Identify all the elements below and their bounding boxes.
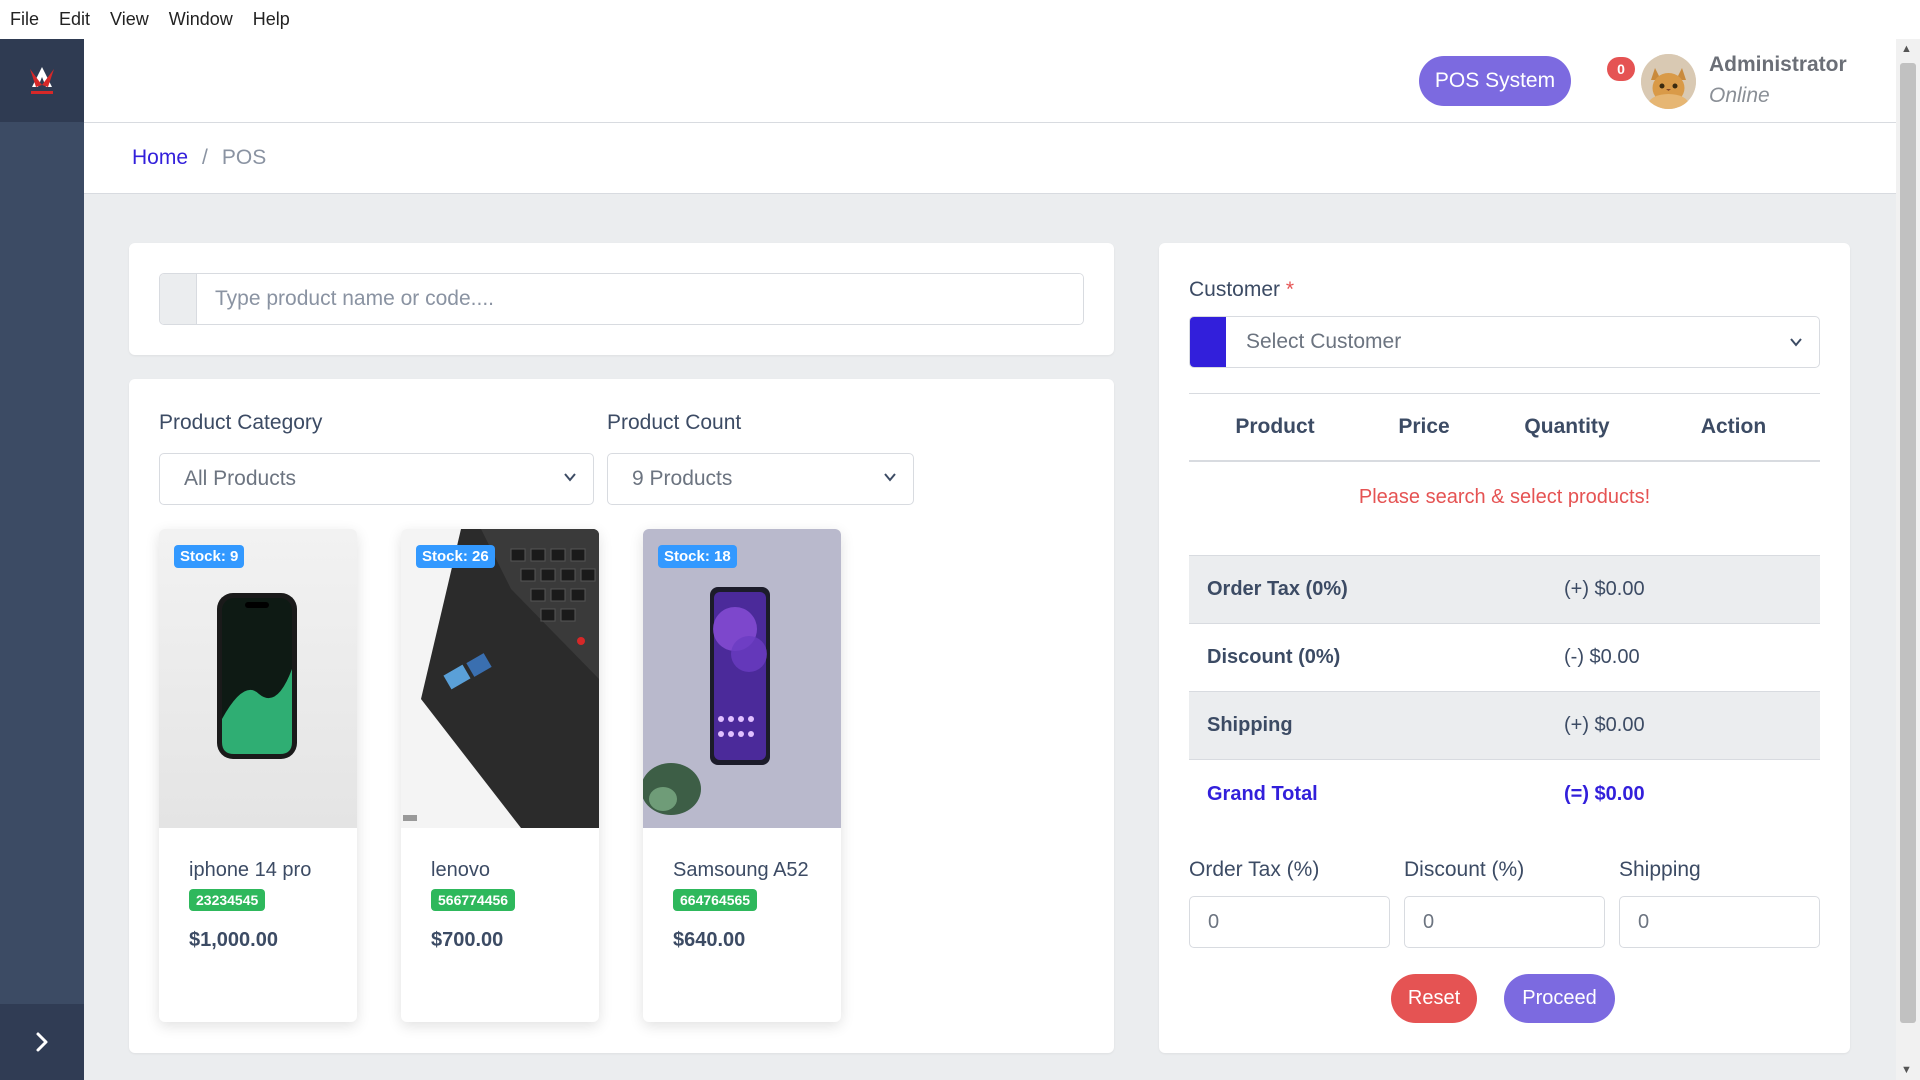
search-addon — [160, 274, 197, 324]
order-tax-input[interactable]: 0 — [1189, 896, 1390, 948]
shipping-label: Shipping — [1207, 714, 1293, 736]
column-quantity: Quantity — [1524, 415, 1610, 438]
order-tax-row: Order Tax (0%) (+) $0.00 — [1189, 556, 1820, 624]
scroll-down-icon[interactable]: ▼ — [1901, 1064, 1912, 1076]
stock-badge: Stock: 9 — [174, 545, 245, 568]
cat-avatar-icon — [1641, 54, 1696, 109]
top-header: POS System 0 Administrator Online — [84, 39, 1896, 123]
product-image — [159, 529, 357, 828]
menu-window[interactable]: Window — [169, 9, 233, 30]
cart-table: Product Price Quantity Action Please sea… — [1189, 393, 1820, 532]
product-name: Samsoung A52 — [673, 859, 809, 881]
cart-card: Customer * Select Customer Product Price… — [1159, 243, 1850, 1053]
sidebar — [0, 39, 84, 1080]
cart-empty-message: Please search & select products! — [1358, 485, 1651, 508]
order-tax-label: Order Tax (0%) — [1207, 578, 1348, 600]
product-name: iphone 14 pro — [189, 859, 312, 881]
column-price: Price — [1398, 415, 1450, 438]
menu-file[interactable]: File — [10, 9, 39, 30]
breadcrumb: Home / POS — [84, 123, 1896, 194]
chevron-down-icon — [884, 473, 896, 482]
chevron-down-icon — [1790, 338, 1802, 347]
grand-total-value: (=) $0.00 — [1564, 782, 1645, 805]
shipping-value: (+) $0.00 — [1564, 714, 1645, 736]
product-search-card — [129, 243, 1114, 355]
category-label: Product Category — [159, 411, 323, 434]
order-tax-input-label: Order Tax (%) — [1189, 858, 1320, 881]
store-logo-icon — [30, 66, 54, 94]
product-search-group — [159, 273, 1084, 325]
category-select[interactable]: All Products — [159, 453, 594, 505]
shipping-input-label: Shipping — [1619, 858, 1701, 881]
product-price: $700.00 — [431, 929, 504, 951]
user-status: Online — [1709, 84, 1770, 107]
discount-value: (-) $0.00 — [1564, 646, 1640, 668]
product-search-input[interactable] — [197, 274, 1083, 324]
product-card[interactable]: Stock: 26 lenovo 566774456 $700.00 — [401, 529, 599, 1022]
customer-label: Customer * — [1189, 278, 1294, 302]
menu-edit[interactable]: Edit — [59, 9, 90, 30]
product-code-badge: 23234545 — [189, 889, 266, 911]
breadcrumb-current: POS — [221, 146, 267, 169]
proceed-button[interactable]: Proceed — [1504, 974, 1615, 1023]
grand-total-label: Grand Total — [1207, 782, 1318, 805]
customer-select-placeholder: Select Customer — [1246, 330, 1402, 353]
column-product: Product — [1235, 415, 1315, 438]
scrollbar-thumb[interactable] — [1900, 63, 1916, 1023]
sidebar-brand[interactable] — [0, 39, 84, 122]
discount-row: Discount (0%) (-) $0.00 — [1189, 624, 1820, 692]
stock-badge: Stock: 18 — [658, 545, 737, 568]
product-name: lenovo — [431, 859, 490, 881]
avatar[interactable] — [1641, 54, 1696, 109]
reset-button[interactable]: Reset — [1391, 974, 1477, 1023]
customer-label-text: Customer — [1189, 278, 1281, 301]
product-price: $1,000.00 — [189, 929, 278, 951]
product-code-badge: 566774456 — [431, 889, 516, 911]
order-tax-value: (+) $0.00 — [1564, 578, 1645, 600]
product-image — [643, 529, 841, 828]
discount-input[interactable]: 0 — [1404, 896, 1605, 948]
product-card[interactable]: Stock: 18 Samsoung A52 664764565 $640.00 — [643, 529, 841, 1022]
stock-badge: Stock: 26 — [416, 545, 495, 568]
customer-select[interactable]: Select Customer — [1189, 316, 1820, 368]
totals-table: Order Tax (0%) (+) $0.00 Discount (0%) (… — [1189, 555, 1820, 828]
user-name[interactable]: Administrator — [1709, 53, 1847, 77]
shipping-row: Shipping (+) $0.00 — [1189, 692, 1820, 760]
discount-input-label: Discount (%) — [1404, 858, 1525, 881]
shipping-input[interactable]: 0 — [1619, 896, 1820, 948]
product-code-badge: 664764565 — [673, 889, 758, 911]
page-scrollbar[interactable]: ▲ ▼ — [1896, 39, 1920, 1080]
product-card[interactable]: Stock: 9 iphone 14 pro 23234545 $1,000.0… — [159, 529, 357, 1022]
sidebar-toggle-button[interactable] — [0, 1004, 84, 1080]
chevron-down-icon — [564, 473, 576, 482]
category-select-value: All Products — [184, 467, 297, 490]
app-menubar: File Edit View Window Help — [0, 0, 1920, 39]
menu-view[interactable]: View — [110, 9, 149, 30]
pos-system-button[interactable]: POS System — [1419, 56, 1571, 106]
discount-label: Discount (0%) — [1207, 646, 1341, 668]
breadcrumb-separator: / — [202, 146, 208, 169]
scroll-up-icon[interactable]: ▲ — [1901, 43, 1912, 55]
count-select-value: 9 Products — [632, 467, 733, 490]
grand-total-row: Grand Total (=) $0.00 — [1189, 760, 1820, 828]
menu-help[interactable]: Help — [253, 9, 290, 30]
product-price: $640.00 — [673, 929, 746, 951]
column-action: Action — [1700, 415, 1767, 438]
customer-select-value: Select Customer — [1226, 317, 1819, 367]
product-image — [401, 529, 599, 828]
count-label: Product Count — [607, 411, 742, 434]
cart-table-header: Product Price Quantity Action — [1189, 394, 1820, 462]
notification-badge[interactable]: 0 — [1607, 57, 1635, 81]
count-select[interactable]: 9 Products — [607, 453, 914, 505]
required-mark: * — [1285, 278, 1295, 301]
chevron-right-icon — [36, 1032, 48, 1052]
products-card: Product Category All Products Product Co… — [129, 379, 1114, 1053]
customer-addon — [1190, 317, 1226, 367]
breadcrumb-home-link[interactable]: Home — [132, 146, 188, 170]
